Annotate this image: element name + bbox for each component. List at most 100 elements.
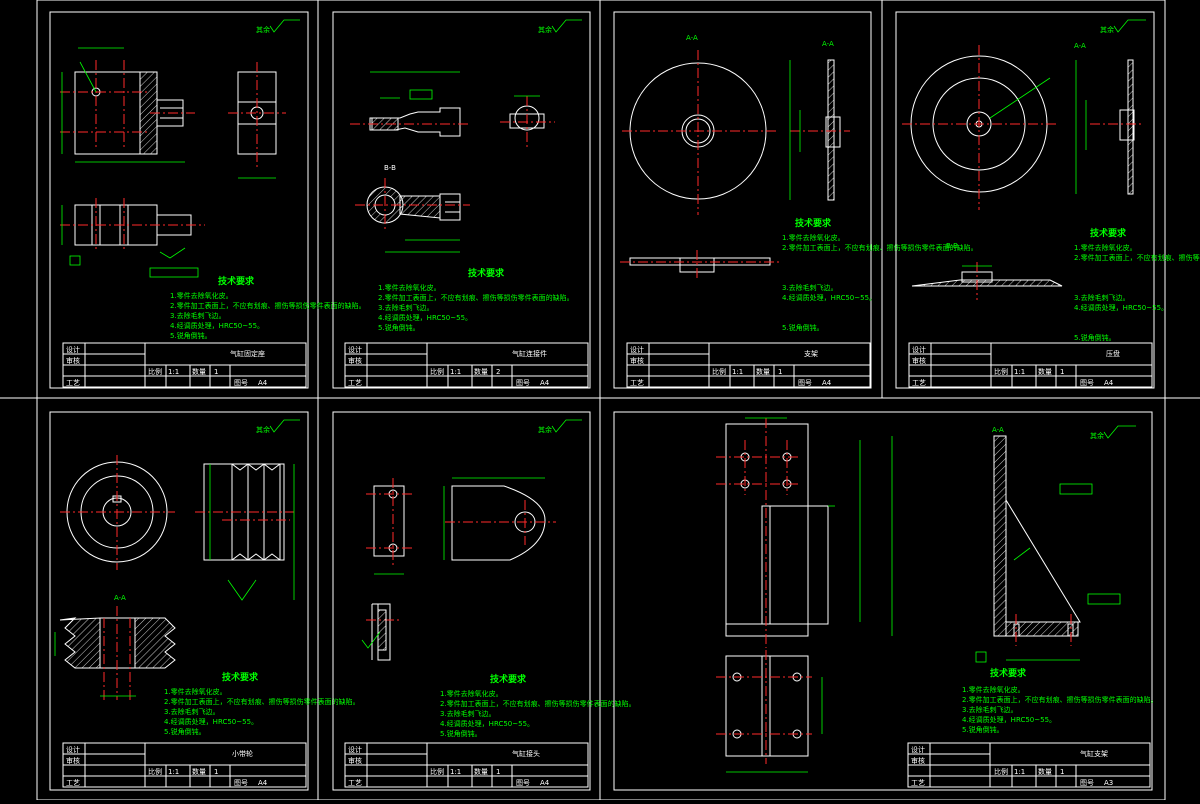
side-view — [500, 95, 555, 150]
drawing-title: 气缸支架 — [1080, 749, 1108, 758]
label-scale: 比例 — [430, 767, 444, 776]
qty-value: 2 — [496, 368, 500, 376]
label-scale: 比例 — [994, 767, 1008, 776]
section-label: A-A — [114, 594, 126, 602]
tech-req-heading: 技术要求 — [218, 275, 255, 287]
note-5: 5.锐角倒钝。 — [440, 729, 482, 738]
section-view: A-A — [789, 40, 850, 201]
note-5: 5.锐角倒钝。 — [378, 323, 420, 332]
title-block: 设计 审核 工艺 气缸接头 比例 1:1 数量 1 图号 A4 — [344, 742, 589, 788]
label-checker: 审核 — [66, 756, 80, 765]
label-sheet: 图号 — [1080, 779, 1094, 787]
note-5: 5.锐角倒钝。 — [170, 331, 212, 340]
label-approver: 工艺 — [912, 379, 926, 387]
drawing-title: 气缸固定座 — [230, 349, 265, 358]
label-approver: 工艺 — [630, 379, 644, 387]
sheet-value: A4 — [540, 379, 550, 387]
label-scale: 比例 — [430, 367, 444, 376]
note-3: 3.去除毛刺飞边。 — [782, 283, 838, 292]
section-view: B-B — [355, 164, 470, 253]
label-qty: 数量 — [474, 767, 488, 776]
section-marker-a: A-A — [686, 34, 698, 42]
label-sheet: 图号 — [516, 779, 530, 787]
drawing-title: 小带轮 — [232, 749, 253, 758]
tech-notes: 1.零件去除氧化皮。 2.零件加工表面上，不应有划痕、擦伤等损伤零件表面的缺陷。… — [164, 687, 360, 736]
tech-req-heading: 技术要求 — [468, 267, 505, 279]
note-3: 3.去除毛刺飞边。 — [170, 311, 226, 320]
note-3: 3.去除毛刺飞边。 — [440, 709, 496, 718]
drawing-title: 气缸接头 — [512, 749, 540, 758]
note-2: 2.零件加工表面上，不应有划痕、擦伤等损伤零件表面的缺陷。 — [170, 301, 366, 310]
scale-value: 1:1 — [732, 368, 743, 376]
top-view — [716, 650, 823, 773]
section-marker-b: B-B — [946, 242, 958, 250]
note-1: 1.零件去除氧化皮。 — [440, 689, 503, 698]
tech-req-heading: 技术要求 — [222, 671, 259, 683]
label-qty: 数量 — [192, 367, 206, 376]
sheet-3: A-A A-A 技术要求 1.零件去除氧化皮。 2.零件加工表面上，不应有划痕、… — [613, 11, 978, 389]
note-4: 4.经调质处理，HRC50~55。 — [378, 313, 472, 322]
label-checker: 审核 — [348, 756, 362, 765]
label-scale: 比例 — [994, 367, 1008, 376]
title-block: 设计 审核 工艺 气缸固定座 比例 1:1 数量 1 图号 A4 — [62, 342, 307, 388]
tech-notes: 1.零件去除氧化皮。 2.零件加工表面上，不应有划痕、擦伤等损伤零件表面的缺陷。… — [170, 291, 366, 340]
label-qty: 数量 — [192, 767, 206, 776]
note-3: 3.去除毛刺飞边。 — [378, 303, 434, 312]
title-block: 设计 审核 工艺 小带轮 比例 1:1 数量 1 图号 A4 — [62, 742, 307, 788]
note-1: 1.零件去除氧化皮。 — [1074, 243, 1137, 252]
scale-value: 1:1 — [168, 768, 179, 776]
label-approver: 工艺 — [66, 779, 80, 787]
scale-value: 1:1 — [168, 368, 179, 376]
note-4: 4.经调质处理，HRC50~55。 — [1074, 303, 1168, 312]
note-2: 2.零件加工表面上，不应有划痕、擦伤等损伤零件表面的缺陷。 — [962, 695, 1158, 704]
roughness-symbol: 其余 — [538, 419, 582, 434]
note-1: 1.零件去除氧化皮。 — [378, 283, 441, 292]
tech-notes: 1.零件去除氧化皮。 2.零件加工表面上，不应有划痕、擦伤等损伤零件表面的缺陷。… — [962, 685, 1158, 734]
roughness-symbol: 其余 — [1100, 19, 1146, 34]
note-3: 3.去除毛刺飞边。 — [1074, 293, 1130, 302]
qty-value: 1 — [1060, 768, 1064, 776]
label-checker: 审核 — [66, 356, 80, 365]
roughness-label: 其余 — [1100, 25, 1114, 34]
note-1: 1.零件去除氧化皮。 — [170, 291, 233, 300]
note-2: 2.零件加工表面上，不应有划痕、擦伤等损伤零件表面的缺陷。 — [164, 697, 360, 706]
title-block: 设计 审核 工艺 气缸连接件 比例 1:1 数量 2 图号 A4 — [344, 342, 589, 388]
front-view — [902, 45, 1056, 210]
side-view — [443, 477, 556, 561]
pulley-side-view — [195, 463, 295, 601]
sheet-separators — [0, 0, 1200, 801]
top-view — [60, 198, 205, 278]
qty-value: 1 — [1060, 368, 1064, 376]
drawing-svg: 其余 技术要求 1.零件去除氧化皮。 2.零件加工表面上，不应有划痕、擦伤等损伤… — [0, 0, 1200, 801]
label-approver: 工艺 — [348, 379, 362, 387]
title-block: 设计 审核 工艺 气缸支架 比例 1:1 数量 1 图号 A3 — [907, 742, 1151, 788]
sheet-4: 其余 A-A B-B 技术要求 1.零件去除氧化皮。 2.零件加工表面上，不应有… — [895, 11, 1200, 389]
label-sheet: 图号 — [798, 379, 812, 387]
note-3: 3.去除毛刺飞边。 — [962, 705, 1018, 714]
sheet-7: 其余 A-A 技术要求 1.零件去除氧化皮。 2.零件加工表面上，不应有划痕、擦… — [613, 411, 1158, 791]
section-view: A-A — [54, 594, 176, 700]
front-view — [366, 478, 412, 575]
note-5: 5.锐角倒钝。 — [782, 323, 824, 332]
drawing-title: 支架 — [804, 349, 818, 358]
label-scale: 比例 — [712, 367, 726, 376]
roughness-symbol: 其余 — [256, 419, 300, 434]
label-sheet: 图号 — [516, 379, 530, 387]
label-scale: 比例 — [148, 767, 162, 776]
label-designer: 设计 — [348, 745, 362, 754]
scale-value: 1:1 — [450, 768, 461, 776]
label-checker: 审核 — [348, 356, 362, 365]
roughness-label: 其余 — [1090, 431, 1104, 440]
section-label: A-A — [1074, 42, 1086, 50]
label-approver: 工艺 — [66, 379, 80, 387]
section-label: A-A — [822, 40, 834, 48]
section-label: A-A — [992, 426, 1004, 434]
label-sheet: 图号 — [234, 779, 248, 787]
sheet-2: 其余 B-B 技术要求 1.零件去除氧化皮。 2.零件加工表面上，不应有划痕、擦… — [332, 11, 591, 389]
front-view — [350, 71, 470, 137]
bottom-view — [620, 250, 780, 280]
note-5: 5.锐角倒钝。 — [1074, 333, 1116, 342]
note-2: 2.零件加工表面上，不应有划痕、擦伤等损伤零件表面的缺陷。 — [440, 699, 636, 708]
section-view: A-A — [1074, 42, 1142, 195]
tech-req-heading: 技术要求 — [795, 217, 832, 229]
